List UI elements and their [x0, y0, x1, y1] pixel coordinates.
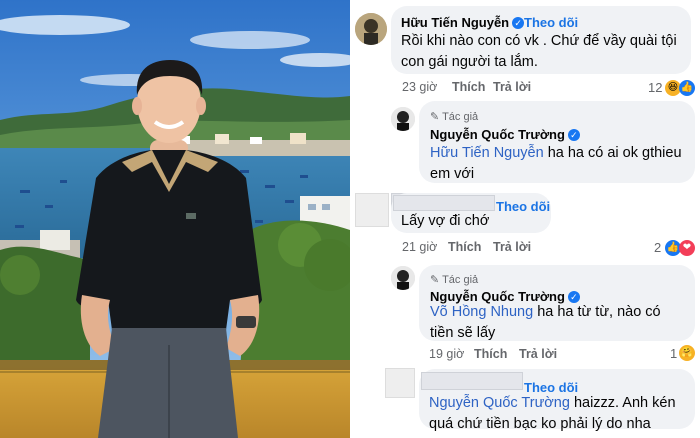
redacted-name [421, 372, 523, 390]
like-reaction-icon: 👍 [679, 80, 695, 96]
love-reaction-icon: ❤ [679, 240, 695, 256]
commenter-avatar[interactable] [355, 13, 387, 45]
follow-button[interactable]: Theo dõi [496, 199, 550, 214]
reply-button[interactable]: Trả lời [519, 347, 557, 361]
follow-button[interactable]: Theo dõi [524, 15, 578, 30]
comment-author[interactable]: Nguyễn Quốc Trường ✓ [430, 127, 580, 142]
comment-text: Hữu Tiến Nguyễn ha ha có ai ok gthieu em… [430, 145, 682, 182]
commenter-avatar[interactable] [355, 193, 389, 227]
like-button[interactable]: Thích [474, 347, 507, 361]
commenter-avatar[interactable] [385, 368, 415, 398]
like-button[interactable]: Thích [452, 80, 485, 94]
verified-badge-icon: ✓ [512, 17, 525, 29]
reaction-count: 2 [654, 240, 662, 255]
reaction-count: 1 [670, 346, 678, 361]
mention-link[interactable]: Võ Hồng Nhung [430, 304, 533, 320]
comment-text: Nguyễn Quốc Trường haizzz. Anh kén quá c… [429, 395, 676, 438]
comment-time[interactable]: 23 giờ [402, 80, 437, 94]
like-button[interactable]: Thích [448, 240, 481, 254]
redacted-name [393, 195, 495, 211]
mention-link[interactable]: Hữu Tiến Nguyễn [430, 145, 544, 161]
verified-badge-icon: ✓ [567, 129, 580, 141]
reaction-count: 12 [648, 80, 663, 95]
comment-time[interactable]: 19 giờ [429, 347, 464, 361]
author-avatar[interactable] [391, 266, 415, 290]
comment-author[interactable]: Hữu Tiến Nguyễn ✓ [401, 15, 525, 30]
reply-button[interactable]: Trả lời [493, 240, 531, 254]
comment-time[interactable]: 21 giờ [402, 240, 437, 254]
author-avatar[interactable] [391, 107, 415, 131]
post-photo[interactable] [0, 0, 350, 438]
care-reaction-icon: 🤗 [679, 345, 695, 361]
comment-text: Lấy vợ đi chớ [401, 213, 490, 229]
comments-panel: Hữu Tiến Nguyễn ✓ Theo dõi Rồi khi nào co… [350, 0, 700, 438]
author-tag: ✎ Tác giả [430, 111, 479, 123]
comment-text: Rồi khi nào con có vk . Chứ để vầy quài … [401, 33, 677, 70]
comment-text: Võ Hồng Nhung ha ha từ từ, nào có tiền s… [430, 304, 661, 341]
reply-button[interactable]: Trả lời [493, 80, 531, 94]
author-tag: ✎ Tác giả [430, 274, 479, 286]
mention-link[interactable]: Nguyễn Quốc Trường [429, 395, 570, 411]
